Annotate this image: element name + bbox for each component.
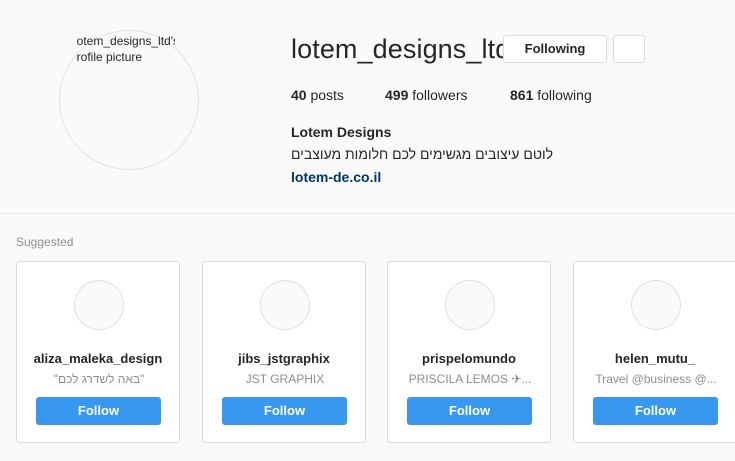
- profile-header: lotem_designs_ltd's profile picture lote…: [0, 0, 735, 214]
- followers-label: followers: [412, 87, 468, 103]
- options-button[interactable]: [613, 35, 645, 63]
- suggested-avatar[interactable]: [74, 280, 124, 330]
- stat-following[interactable]: 861 following: [510, 87, 592, 103]
- suggested-username[interactable]: aliza_maleka_design: [17, 351, 179, 366]
- suggested-avatar[interactable]: [631, 280, 681, 330]
- suggested-username[interactable]: jibs_jstgraphix: [203, 351, 365, 366]
- suggested-avatar[interactable]: [260, 280, 310, 330]
- suggested-subtitle: JST GRAPHIX: [245, 372, 325, 386]
- profile-bio: לוטם עיצובים מגשימים לכם חלומות מעוצבים: [291, 146, 554, 162]
- suggested-subtitle: PRISCILA LEMOS ✈...: [408, 372, 532, 386]
- follow-button[interactable]: Follow: [222, 397, 347, 425]
- profile-full-name: Lotem Designs: [291, 124, 392, 140]
- suggested-card[interactable]: aliza_maleka_design "באה לשדרג לכם" Foll…: [16, 261, 180, 443]
- suggested-card[interactable]: jibs_jstgraphix JST GRAPHIX Follow: [202, 261, 366, 443]
- suggested-card[interactable]: prispelomundo PRISCILA LEMOS ✈... Follow: [387, 261, 551, 443]
- suggested-username[interactable]: prispelomundo: [388, 351, 550, 366]
- suggested-title: Suggested: [16, 235, 74, 249]
- suggested-card[interactable]: helen_mutu_ Travel @business @... Follow: [573, 261, 735, 443]
- following-button[interactable]: Following: [503, 35, 607, 63]
- suggested-username[interactable]: helen_mutu_: [574, 351, 735, 366]
- profile-website-link[interactable]: lotem-de.co.il: [291, 169, 381, 185]
- suggested-avatar[interactable]: [445, 280, 495, 330]
- stat-followers[interactable]: 499 followers: [385, 87, 468, 103]
- posts-label: posts: [310, 87, 344, 103]
- avatar-alt-text: lotem_designs_ltd's profile picture: [70, 33, 175, 65]
- following-label: following: [537, 87, 592, 103]
- avatar-alt-line1: lotem_designs_ltd's: [74, 34, 175, 48]
- follow-button[interactable]: Follow: [407, 397, 532, 425]
- suggested-subtitle: "באה לשדרג לכם": [53, 372, 145, 386]
- stat-posts: 40 posts: [291, 87, 344, 103]
- avatar-alt-line2: profile picture: [70, 50, 143, 64]
- following-count: 861: [510, 87, 534, 103]
- follow-button[interactable]: Follow: [36, 397, 161, 425]
- posts-count: 40: [291, 87, 307, 103]
- profile-username: lotem_designs_ltd: [291, 34, 511, 64]
- followers-count: 499: [385, 87, 409, 103]
- suggested-subtitle: Travel @business @...: [595, 372, 717, 386]
- follow-button[interactable]: Follow: [593, 397, 718, 425]
